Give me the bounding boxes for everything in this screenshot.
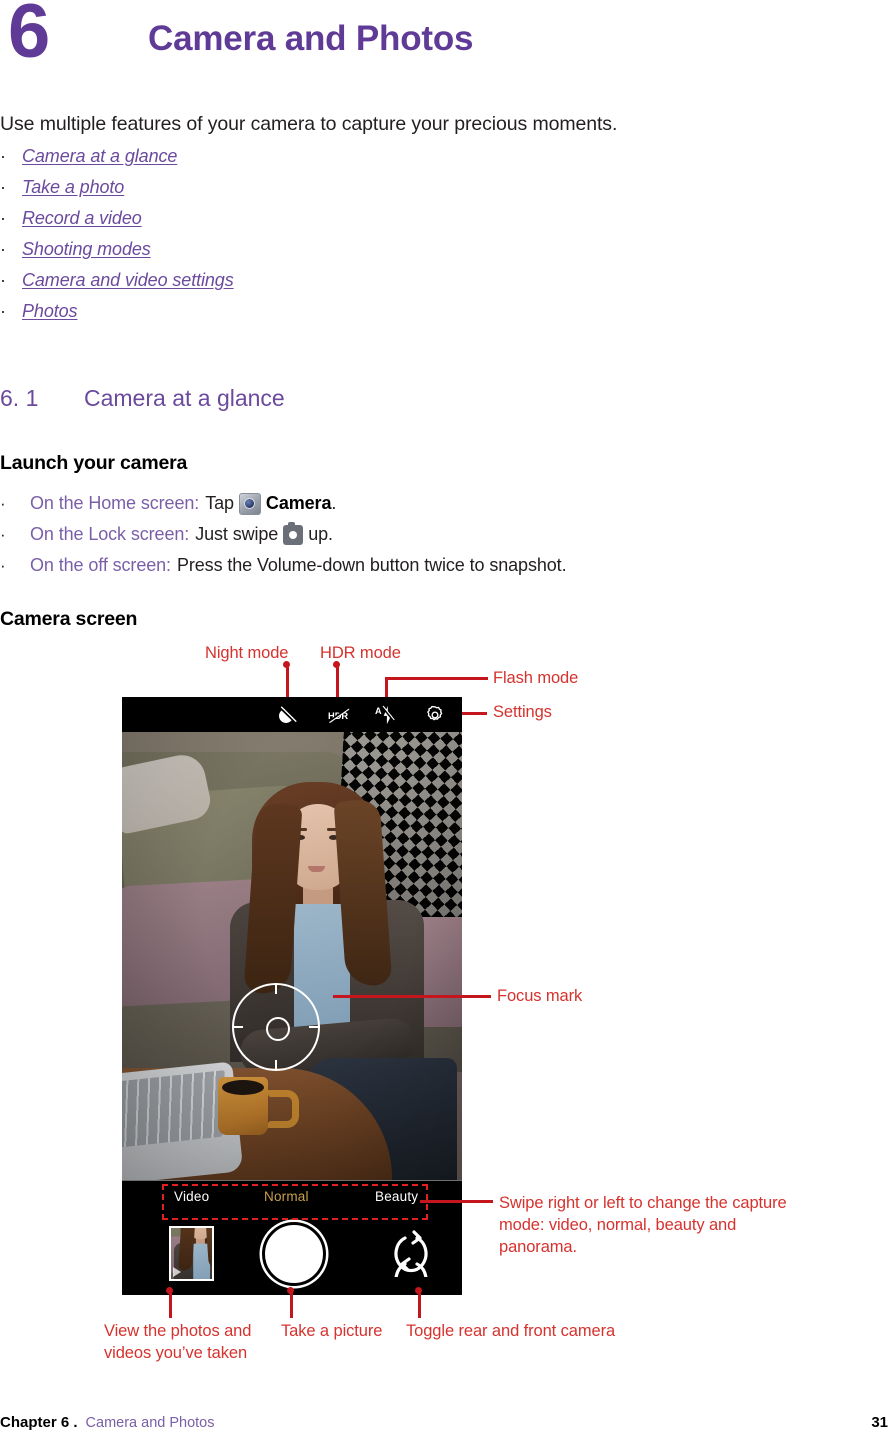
camera-viewfinder: [122, 732, 462, 1180]
shutter-button[interactable]: [262, 1222, 326, 1286]
annotation-flash-mode: Flash mode: [493, 669, 579, 687]
launch-lead-off-screen: On the off screen:: [30, 555, 171, 575]
toc-link-photos[interactable]: Photos: [22, 301, 78, 322]
bullet-glyph: ·: [0, 208, 6, 228]
bullet-glyph: ·: [0, 524, 6, 544]
toc-link-take-a-photo[interactable]: Take a photo: [22, 177, 124, 198]
focus-tick-top: [274, 983, 278, 994]
leader-dot-toggle-camera: [415, 1287, 422, 1294]
toc-link-camera-at-a-glance[interactable]: Camera at a glance: [22, 146, 177, 167]
toc-link-shooting-modes[interactable]: Shooting modes: [22, 239, 151, 260]
leader-dot-night-mode: [283, 661, 290, 668]
list-item[interactable]: · Record a video: [0, 208, 500, 239]
leader-line-view-photos: [169, 1290, 172, 1318]
camera-lock-icon: [283, 522, 304, 545]
night-mode-icon[interactable]: [277, 704, 299, 726]
leader-dot-take-picture: [287, 1287, 294, 1294]
annotation-night-mode: Night mode: [205, 644, 289, 662]
footer-chapter: Chapter 6 . Camera and Photos: [0, 1414, 215, 1431]
list-item[interactable]: · Camera at a glance: [0, 146, 500, 177]
subheading-launch-your-camera: Launch your camera: [0, 452, 188, 474]
annotation-focus-mark: Focus mark: [497, 987, 583, 1005]
toc-link-camera-and-video-settings[interactable]: Camera and video settings: [22, 270, 234, 291]
launch-instructions-list: · On the Home screen: Tap Camera. · On t…: [0, 488, 700, 581]
settings-gear-icon[interactable]: [424, 704, 446, 726]
annotation-settings: Settings: [493, 703, 552, 721]
page-footer: Chapter 6 . Camera and Photos 31: [0, 1414, 888, 1438]
focus-tick-right: [309, 1025, 320, 1029]
list-item[interactable]: · Shooting modes: [0, 239, 500, 270]
focus-inner-circle: [266, 1017, 290, 1041]
annotation-view-photos: View the photos and videos you’ve taken: [104, 1322, 252, 1363]
leader-line-swipe: [420, 1200, 493, 1203]
leader-line-focus-mark: [333, 995, 491, 998]
launch-text-tap: Tap: [205, 493, 234, 513]
section-number: 6. 1: [0, 385, 39, 411]
list-item[interactable]: · Take a photo: [0, 177, 500, 208]
focus-tick-bottom: [274, 1060, 278, 1071]
gallery-thumbnail-button[interactable]: [169, 1226, 214, 1281]
leader-line-toggle-camera: [418, 1290, 421, 1318]
intro-paragraph: Use multiple features of your camera to …: [0, 113, 618, 135]
launch-lead-home-screen: On the Home screen:: [30, 493, 200, 513]
bullet-glyph: ·: [0, 177, 6, 197]
leader-dot-hdr-mode: [333, 661, 340, 668]
hdr-mode-icon[interactable]: HDR: [328, 704, 350, 726]
launch-text-just-swipe: Just swipe: [195, 524, 279, 544]
annotation-hdr-mode: HDR mode: [320, 644, 401, 662]
footer-page-number: 31: [871, 1414, 888, 1431]
leader-line-take-picture: [290, 1290, 293, 1318]
bullet-glyph: ·: [0, 493, 6, 513]
footer-chapter-name: Camera and Photos: [85, 1415, 215, 1431]
focus-mark-icon[interactable]: [232, 983, 320, 1071]
annotation-toggle-camera: Toggle rear and front camera: [406, 1322, 616, 1340]
launch-text-up: up.: [308, 524, 333, 544]
bullet-glyph: ·: [0, 146, 6, 166]
capture-mode-highlight-box: [162, 1184, 428, 1220]
bullet-glyph: ·: [0, 239, 6, 259]
subheading-camera-screen: Camera screen: [0, 608, 138, 630]
camera-screen-figure: Night mode HDR mode Flash mode Settings …: [0, 630, 888, 1370]
launch-bold-camera: Camera: [265, 493, 332, 513]
launch-lead-lock-screen: On the Lock screen:: [30, 524, 190, 544]
focus-tick-left: [232, 1025, 243, 1029]
photo-laptop-keyboard: [122, 1070, 225, 1148]
leader-line-flash-horiz: [385, 677, 488, 680]
photo-mug-handle: [263, 1090, 299, 1128]
list-item[interactable]: · Camera and video settings: [0, 270, 500, 301]
list-item: · On the off screen: Press the Volume-do…: [0, 550, 700, 581]
list-item[interactable]: · Photos: [0, 301, 500, 332]
svg-text:A: A: [375, 706, 382, 716]
footer-chapter-label: Chapter 6 .: [0, 1414, 78, 1431]
bullet-glyph: ·: [0, 270, 6, 290]
toc-list: · Camera at a glance · Take a photo · Re…: [0, 146, 500, 332]
camera-app-icon: [238, 492, 261, 515]
flash-mode-icon[interactable]: A: [375, 704, 397, 726]
launch-text-volume-down: Press the Volume-down button twice to sn…: [176, 555, 567, 575]
section-heading: 6. 1 Camera at a glance: [0, 385, 285, 412]
page-title: Camera and Photos: [148, 19, 474, 58]
play-triangle-icon: [173, 1267, 181, 1277]
bullet-glyph: ·: [0, 555, 6, 575]
toc-link-record-a-video[interactable]: Record a video: [22, 208, 142, 229]
toggle-camera-icon[interactable]: [387, 1225, 435, 1277]
chapter-number: 6: [8, 0, 50, 74]
camera-toolbar: HDR A: [122, 697, 462, 732]
bullet-glyph: ·: [0, 301, 6, 321]
list-item: · On the Lock screen: Just swipe up.: [0, 519, 700, 550]
section-title: Camera at a glance: [84, 385, 285, 411]
annotation-take-picture: Take a picture: [281, 1322, 383, 1340]
leader-dot-view-photos: [166, 1287, 173, 1294]
launch-text-period: .: [331, 493, 337, 513]
list-item: · On the Home screen: Tap Camera.: [0, 488, 700, 519]
annotation-swipe-capture-mode: Swipe right or left to change the captur…: [499, 1194, 787, 1257]
chapter-header: 6 Camera and Photos: [0, 0, 888, 100]
photo-coffee-mug: [218, 1077, 268, 1135]
